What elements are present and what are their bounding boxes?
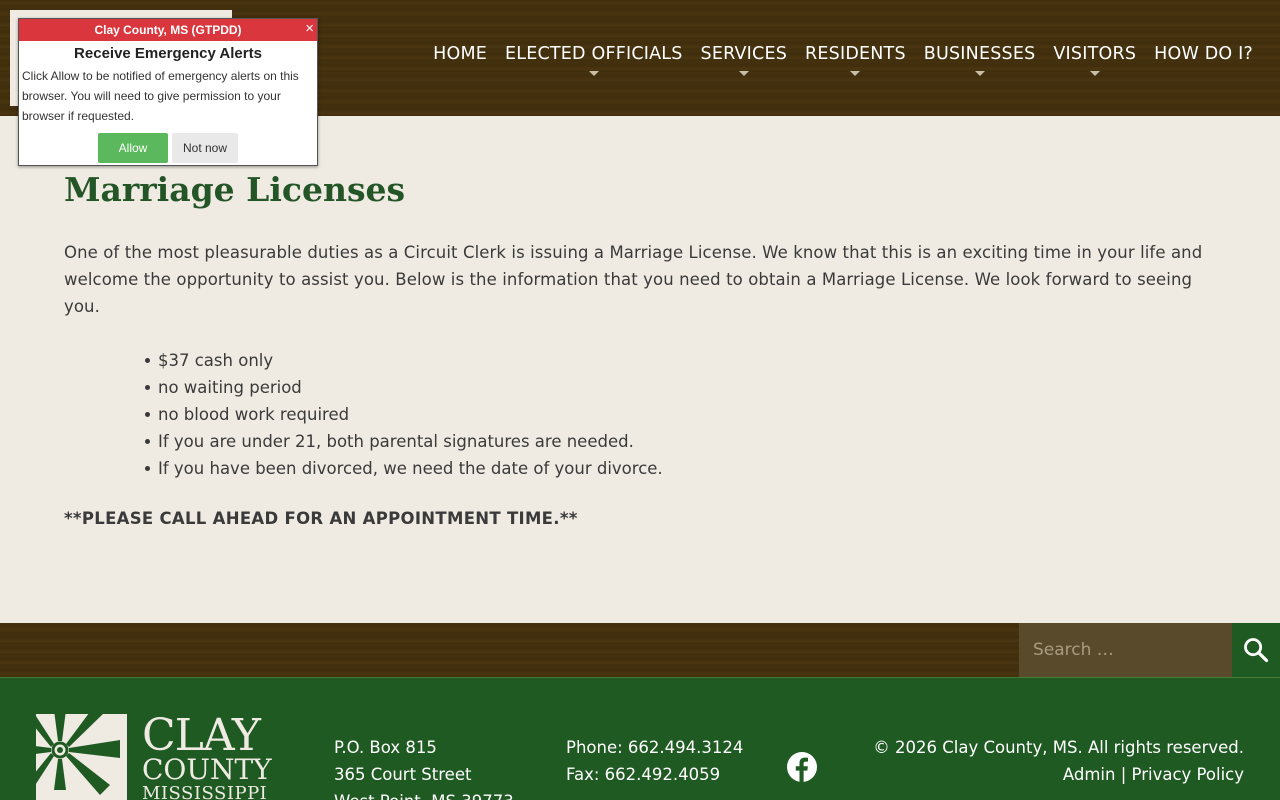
privacy-policy-link[interactable]: Privacy Policy <box>1132 765 1244 784</box>
emergency-alert-popup: Clay County, MS (GTPDD) × Receive Emerge… <box>18 18 318 166</box>
close-icon[interactable]: × <box>305 18 314 40</box>
logo-wordmark: CLAY COUNTY MISSISSIPPI <box>142 714 272 800</box>
alert-source-bar: Clay County, MS (GTPDD) × <box>19 19 317 41</box>
search-input[interactable] <box>1019 623 1232 677</box>
alert-buttons: Allow Not now <box>19 133 317 163</box>
list-item: If you are under 21, both parental signa… <box>145 428 1224 455</box>
main-nav: HOME ELECTED OFFICIALS SERVICES RESIDENT… <box>424 44 1262 76</box>
requirements-list: $37 cash only no waiting period no blood… <box>64 347 1224 482</box>
caret-down-icon <box>738 71 749 76</box>
footer-fax: Fax: 662.492.4059 <box>566 765 721 784</box>
nav-elected-officials-label: ELECTED OFFICIALS <box>505 44 683 64</box>
main-content: Marriage Licenses One of the most pleasu… <box>64 170 1224 528</box>
alert-source: Clay County, MS (GTPDD) <box>94 23 242 37</box>
nav-visitors[interactable]: VISITORS <box>1044 44 1145 76</box>
footer-copyright: © 2026 Clay County, MS. All rights reser… <box>873 734 1244 788</box>
footer-address: P.O. Box 815 365 Court Street West Point… <box>334 734 514 800</box>
site-footer: CLAY COUNTY MISSISSIPPI P.O. Box 815 365… <box>0 677 1280 800</box>
nav-businesses[interactable]: BUSINESSES <box>915 44 1045 76</box>
nav-visitors-label: VISITORS <box>1053 44 1137 64</box>
logo-line-mississippi: MISSISSIPPI <box>142 783 268 800</box>
facebook-icon[interactable] <box>787 752 817 782</box>
footer-contact: Phone: 662.494.3124 Fax: 662.492.4059 <box>566 734 743 788</box>
caret-down-icon <box>850 71 861 76</box>
footer-links: Admin | Privacy Policy <box>873 761 1244 788</box>
caret-down-icon <box>1089 71 1100 76</box>
page-title: Marriage Licenses <box>64 170 406 209</box>
list-item: no blood work required <box>145 401 1224 428</box>
list-item: If you have been divorced, we need the d… <box>145 455 1224 482</box>
caret-down-icon <box>974 71 985 76</box>
link-separator: | <box>1120 765 1127 784</box>
allow-button[interactable]: Allow <box>98 133 168 163</box>
alert-body: Click Allow to be notified of emergency … <box>22 69 299 123</box>
logo-line-clay: CLAY <box>142 710 261 761</box>
nav-services[interactable]: SERVICES <box>692 44 797 76</box>
windmill-logo-icon <box>36 714 127 800</box>
nav-residents-label: RESIDENTS <box>805 44 906 64</box>
caret-down-icon <box>588 71 599 76</box>
nav-how-do-i[interactable]: HOW DO I? <box>1145 44 1262 64</box>
search-icon <box>1244 638 1269 663</box>
alert-title: Receive Emergency Alerts <box>74 45 262 62</box>
logo-line-county: COUNTY <box>142 753 272 786</box>
nav-home-label: HOME <box>433 44 487 64</box>
nav-elected-officials[interactable]: ELECTED OFFICIALS <box>496 44 692 76</box>
nav-how-do-i-label: HOW DO I? <box>1154 44 1253 64</box>
list-item: no waiting period <box>145 374 1224 401</box>
search-bar <box>0 623 1280 677</box>
copyright-text: © 2026 Clay County, MS. All rights reser… <box>873 738 1244 757</box>
nav-home[interactable]: HOME <box>424 44 496 64</box>
address-line: 365 Court Street <box>334 765 472 784</box>
nav-residents[interactable]: RESIDENTS <box>796 44 915 76</box>
search-button[interactable] <box>1232 623 1280 677</box>
admin-link[interactable]: Admin <box>1063 765 1116 784</box>
footer-phone[interactable]: Phone: 662.494.3124 <box>566 734 743 761</box>
address-line: P.O. Box 815 <box>334 738 437 757</box>
not-now-button[interactable]: Not now <box>172 133 238 163</box>
nav-services-label: SERVICES <box>700 44 788 64</box>
intro-paragraph: One of the most pleasurable duties as a … <box>64 243 1203 316</box>
list-item: $37 cash only <box>145 347 1224 374</box>
nav-businesses-label: BUSINESSES <box>923 44 1036 64</box>
address-line: West Point, MS 39773 <box>334 788 514 800</box>
appointment-notice: **PLEASE CALL AHEAD FOR AN APPOINTMENT T… <box>64 509 578 528</box>
